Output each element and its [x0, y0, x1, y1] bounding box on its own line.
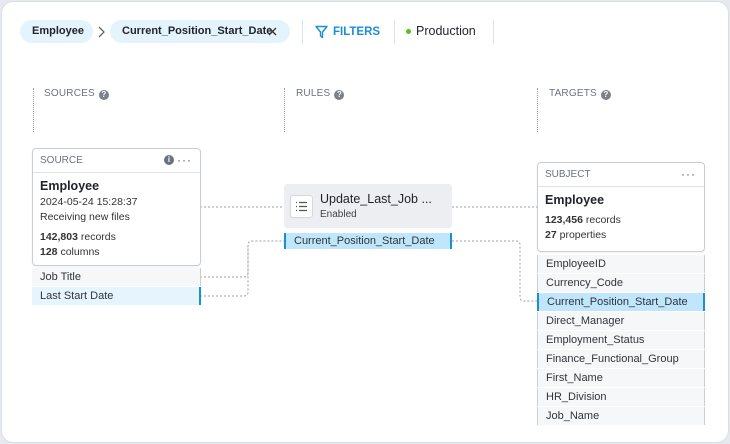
more-options-icon[interactable]: ··· [681, 163, 696, 186]
subject-name: Employee [545, 193, 605, 207]
subject-field[interactable]: Employment_Status [537, 331, 705, 349]
columns-label: columns [57, 246, 100, 258]
subject-properties: 27 properties [545, 228, 697, 243]
source-name: Employee [40, 179, 100, 193]
source-columns: 128 columns [40, 245, 193, 260]
subject-header: SUBJECT [545, 169, 591, 180]
list-icon [290, 195, 313, 218]
subject-field[interactable]: Finance_Functional_Group [537, 350, 705, 368]
subject-field[interactable]: Job_Name [537, 407, 705, 425]
records-count: 142,803 [40, 231, 78, 243]
properties-count: 27 [545, 229, 557, 241]
rule-name: Update_Last_Job ... [320, 192, 432, 206]
records-label: records [582, 214, 621, 226]
rule-card[interactable]: Update_Last_Job ... Enabled [284, 184, 452, 228]
more-options-icon[interactable]: ··· [177, 149, 192, 172]
connector-job-title [200, 240, 284, 278]
info-icon[interactable]: i [164, 155, 174, 165]
rule-field[interactable]: Current_Position_Start_Date [284, 233, 452, 249]
subject-field[interactable]: EmployeeID [537, 255, 705, 273]
properties-label: properties [556, 229, 607, 241]
source-timestamp: 2024-05-24 15:28:37 [40, 196, 138, 208]
source-card[interactable]: SOURCE i ··· Employee 2024-05-24 15:28:3… [32, 148, 201, 266]
subject-field[interactable]: Direct_Manager [537, 312, 705, 330]
subject-field[interactable]: HR_Division [537, 388, 705, 406]
records-label: records [77, 231, 116, 243]
source-header: SOURCE [40, 155, 83, 166]
source-field-last-start-date[interactable]: Last Start Date [32, 287, 201, 305]
source-records: 142,803 records [40, 230, 193, 245]
connector-rule-field [452, 240, 537, 302]
subject-card[interactable]: SUBJECT ··· Employee 123,456 records 27 p… [537, 162, 705, 252]
subject-field[interactable]: First_Name [537, 369, 705, 387]
rule-status: Enabled [320, 209, 357, 220]
source-field-job-title[interactable]: Job Title [32, 268, 201, 286]
subject-field[interactable]: Current_Position_Start_Date [537, 293, 705, 311]
connector-last-start-date [200, 245, 249, 297]
subject-field[interactable]: Currency_Code [537, 274, 705, 292]
columns-count: 128 [40, 246, 58, 258]
source-status: Receiving new files [40, 211, 130, 223]
records-count: 123,456 [545, 214, 583, 226]
subject-records: 123,456 records [545, 213, 697, 228]
